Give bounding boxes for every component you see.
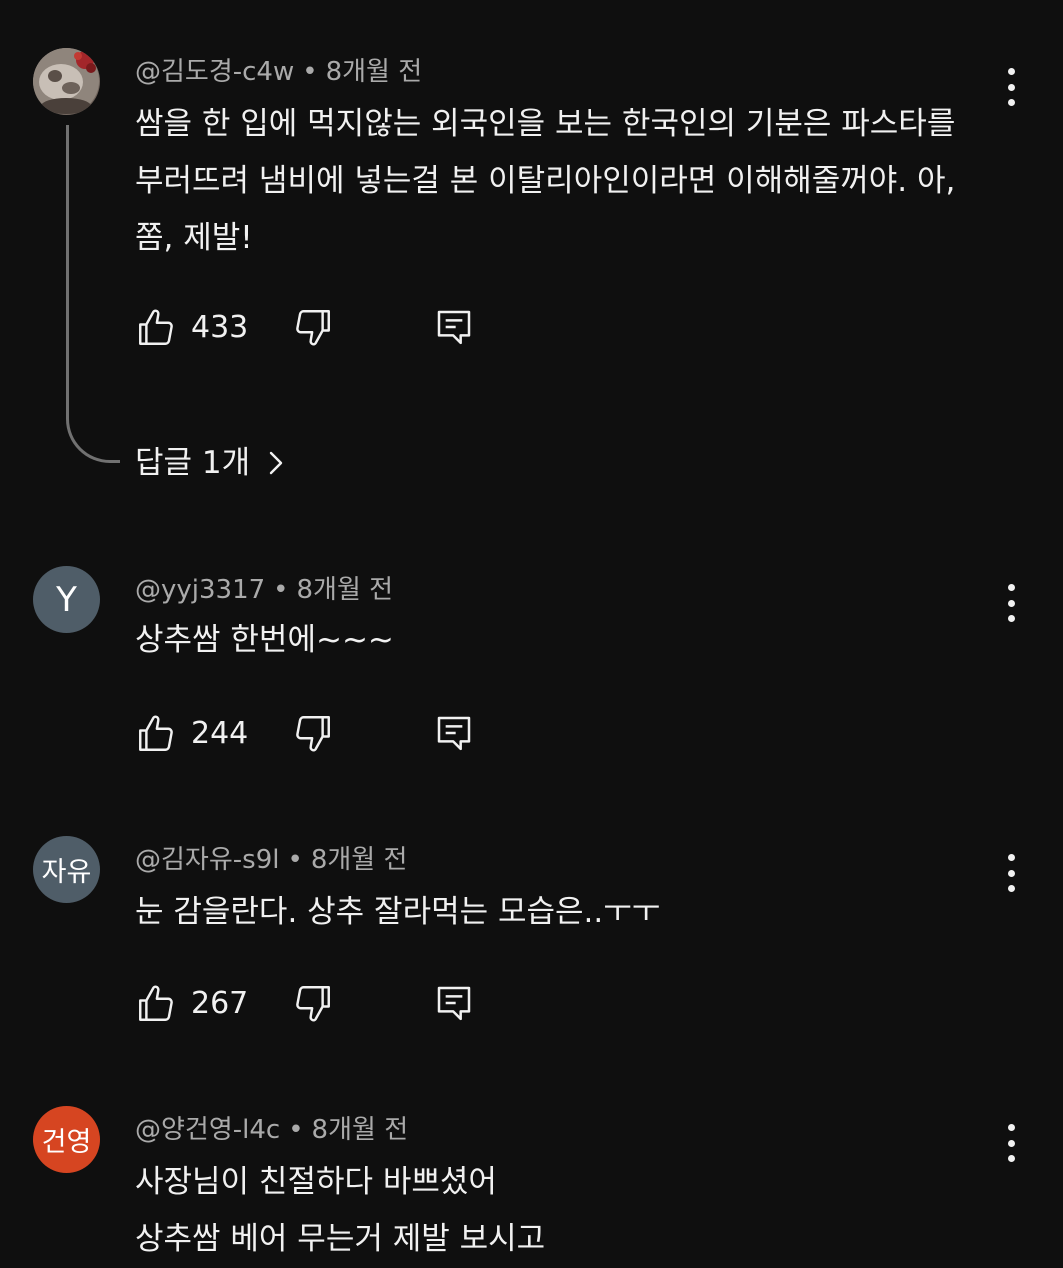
- comment-meta: @양건영-l4c • 8개월 전: [135, 1114, 408, 1146]
- author-name[interactable]: @양건영-l4c: [135, 1115, 280, 1145]
- more-vert-dot: [1007, 869, 1015, 877]
- separator-dot: •: [287, 845, 303, 875]
- author-name[interactable]: @김도경-c4w: [135, 57, 294, 87]
- like-count: 267: [191, 986, 249, 1021]
- more-vert-dot: [1007, 83, 1015, 91]
- comment-text: 상추쌈 한번에~~~: [135, 622, 394, 658]
- more-vert-icon: [1007, 854, 1015, 861]
- more-vert-dot: [1007, 599, 1015, 607]
- more-vert-dot: [1007, 1139, 1015, 1147]
- thumbs-down-icon: [296, 716, 330, 752]
- avatar-letter: 건영: [41, 1127, 92, 1158]
- like-button[interactable]: 244: [135, 712, 248, 756]
- view-replies-button[interactable]: 답글 1개: [135, 440, 284, 486]
- comment-actions: 433: [135, 306, 495, 350]
- thumbs-up-icon: [139, 309, 173, 345]
- reply-button[interactable]: [434, 982, 474, 1024]
- more-vert-icon: [1007, 1124, 1015, 1131]
- thumbs-down-icon: [296, 310, 330, 346]
- more-vert-dot: [1007, 1155, 1015, 1162]
- more-vert-icon: [1007, 68, 1015, 75]
- avatar-letter: 자유: [41, 857, 92, 888]
- avatar[interactable]: 건영: [33, 1106, 100, 1173]
- comment-text: 사장님이 친절하다 바쁘셨어 상추쌈 베어 무는거 제발 보시고: [135, 1164, 546, 1257]
- thread-connector-line: [66, 125, 120, 463]
- more-options-button[interactable]: [992, 64, 1030, 110]
- replies-label: 답글 1개: [135, 445, 251, 481]
- comment-reply-icon: [437, 716, 471, 751]
- more-vert-dot: [1007, 99, 1015, 106]
- like-button[interactable]: 267: [135, 982, 248, 1026]
- avatar[interactable]: [33, 48, 100, 115]
- comment-meta: @yyj3317 • 8개월 전: [135, 574, 393, 606]
- like-count: 433: [191, 310, 249, 345]
- avatar[interactable]: Y: [33, 566, 100, 633]
- comment-reply-icon: [437, 986, 471, 1021]
- comment-time: 8개월 전: [325, 57, 423, 87]
- more-vert-dot: [1007, 615, 1015, 622]
- comment-text: 눈 감을란다. 상추 잘라먹는 모습은..ㅜㅜ: [135, 894, 661, 930]
- avatar-photo-icon: [33, 48, 99, 114]
- comment-text: 쌈을 한 입에 먹지않는 외국인을 보는 한국인의 기분은 파스타를 부러뜨려 …: [135, 106, 956, 256]
- author-name[interactable]: @yyj3317: [135, 575, 265, 605]
- more-options-button[interactable]: [992, 580, 1030, 626]
- thumbs-down-icon: [296, 986, 330, 1022]
- reply-button[interactable]: [434, 712, 474, 754]
- separator-dot: •: [288, 1115, 304, 1145]
- avatar-letter: Y: [56, 579, 77, 620]
- dislike-button[interactable]: [292, 306, 334, 348]
- more-options-button[interactable]: [992, 1120, 1030, 1166]
- comment-actions: 267: [135, 982, 495, 1026]
- author-name[interactable]: @김자유-s9l: [135, 845, 279, 875]
- thumbs-up-icon: [139, 985, 173, 1021]
- comment-meta: @김도경-c4w • 8개월 전: [135, 56, 422, 88]
- comment-meta: @김자유-s9l • 8개월 전: [135, 844, 407, 876]
- like-count: 244: [191, 716, 249, 751]
- more-vert-icon: [1007, 584, 1015, 591]
- dislike-button[interactable]: [292, 712, 334, 754]
- like-button[interactable]: 433: [135, 306, 248, 350]
- comment-reply-icon: [437, 310, 471, 345]
- more-options-button[interactable]: [992, 850, 1030, 896]
- comment-time: 8개월 전: [311, 1115, 409, 1145]
- comment-time: 8개월 전: [296, 575, 394, 605]
- comment-actions: 244: [135, 712, 495, 756]
- separator-dot: •: [302, 57, 318, 87]
- reply-button[interactable]: [434, 306, 474, 348]
- avatar[interactable]: 자유: [33, 836, 100, 903]
- more-vert-dot: [1007, 885, 1015, 892]
- thumbs-up-icon: [139, 715, 173, 751]
- comment-time: 8개월 전: [310, 845, 408, 875]
- separator-dot: •: [273, 575, 289, 605]
- dislike-button[interactable]: [292, 982, 334, 1024]
- chevron-right-icon: [269, 451, 283, 475]
